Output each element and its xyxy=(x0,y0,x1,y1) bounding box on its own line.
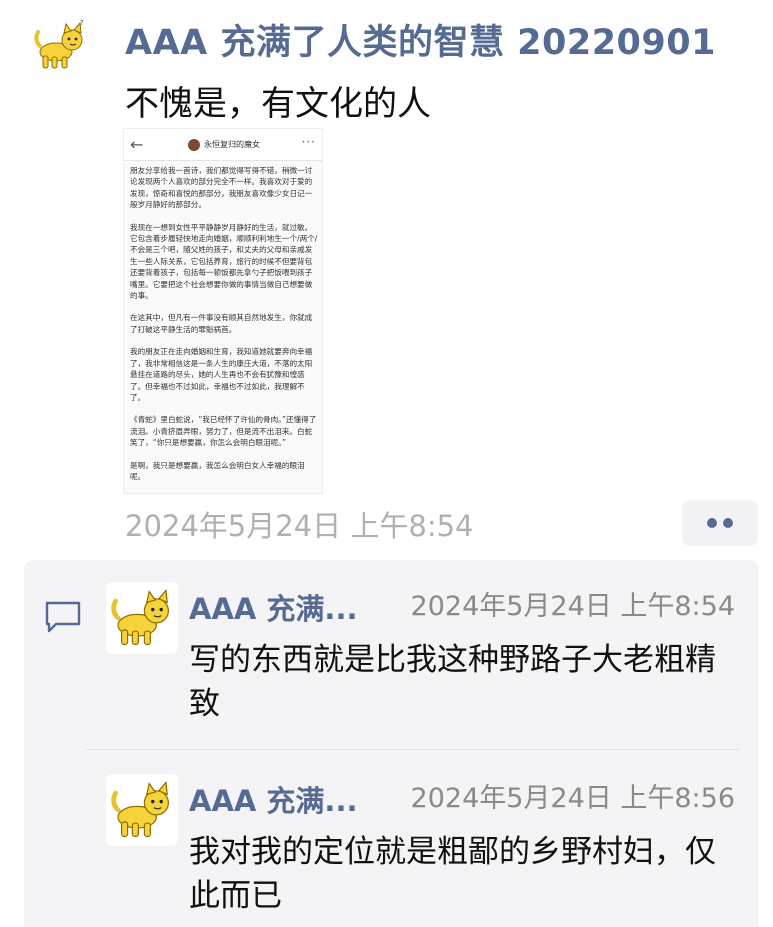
image-article-title: 永恒复归的魔女 xyxy=(204,140,260,149)
comment-divider xyxy=(86,749,739,750)
comment-author-name[interactable]: AAA 充满... xyxy=(189,586,357,628)
image-paragraph: 在这其中，但凡有一件事没有顺其自然地发生，你就成了打破这平静生活的罪魁祸首。 xyxy=(130,313,313,334)
post-author-name[interactable]: AAA 充满了人类的智慧 20220901 xyxy=(125,14,716,65)
yellow-cat-icon xyxy=(111,780,169,837)
dot-icon xyxy=(723,518,733,528)
back-arrow-icon: ← xyxy=(130,135,144,154)
comment-section: AAA 充满... 2024年5月24日 上午8:54 写的东西就是比我这种野路… xyxy=(24,560,759,927)
avatar[interactable] xyxy=(106,582,178,654)
image-paragraph: 朋友分享给我一首诗，我们都觉得写得不错，稍微一讨论发现两个人喜欢的部分完全不一样… xyxy=(130,166,313,210)
avatar[interactable]: ? xyxy=(30,16,90,76)
comment-author-name[interactable]: AAA 充满... xyxy=(189,778,357,820)
more-dots-icon: ··· xyxy=(301,135,316,149)
comment-timestamp: 2024年5月24日 上午8:56 xyxy=(410,783,735,814)
comment-item[interactable]: AAA 充满... 2024年5月24日 上午8:56 我对我的定位就是粗鄙的乡… xyxy=(24,752,759,927)
yellow-cat-icon: ? xyxy=(34,19,84,69)
post-timestamp: 2024年5月24日 上午8:54 xyxy=(125,509,474,543)
image-paragraph: 我现在一想到女性平平静静岁月静好的生活，就过敏。它包含着步履轻快地走向婚姻，顺顺… xyxy=(130,222,318,301)
image-paragraph: 我的朋友正在走向婚姻和生育，我知道她就要奔向幸福了，我非常相信这是一条人生的康庄… xyxy=(130,347,313,402)
author-avatar-icon xyxy=(188,139,200,151)
post-text: 不愧是，有文化的人 xyxy=(125,84,431,124)
comment-text: 写的东西就是比我这种野路子大老粗精致 xyxy=(189,642,716,722)
comment-item[interactable]: AAA 充满... 2024年5月24日 上午8:54 写的东西就是比我这种野路… xyxy=(24,560,759,740)
image-header-bar: ← 永恒复归的魔女 ··· xyxy=(124,129,322,161)
post-image[interactable]: ← 永恒复归的魔女 ··· 朋友分享给我一首诗，我们都觉得写得不错，稍微一讨论发… xyxy=(123,128,323,494)
more-actions-button[interactable] xyxy=(682,500,758,546)
image-paragraph: 是啊，我只是想要赢，我怎么会明白女人幸福的眼泪呢。 xyxy=(130,460,305,481)
comment-text: 我对我的定位就是粗鄙的乡野村妇，仅此而已 xyxy=(189,834,716,914)
avatar[interactable] xyxy=(106,774,178,846)
image-paragraph: 《青蛇》里白蛇说，“我已经怀了许仙的骨肉。”还懂得了流泪。小青挤眉弄眼，努力了，… xyxy=(130,415,317,448)
dot-icon xyxy=(707,518,717,528)
moments-post: ? AAA 充满了人类的智慧 20220901 不愧是，有文化的人 ← 永恒复归… xyxy=(0,0,773,560)
yellow-cat-icon xyxy=(111,588,169,645)
comment-timestamp: 2024年5月24日 上午8:54 xyxy=(410,591,735,622)
image-article-body: 朋友分享给我一首诗，我们都觉得写得不错，稍微一讨论发现两个人喜欢的部分完全不一样… xyxy=(130,165,318,493)
svg-text:?: ? xyxy=(80,19,84,27)
